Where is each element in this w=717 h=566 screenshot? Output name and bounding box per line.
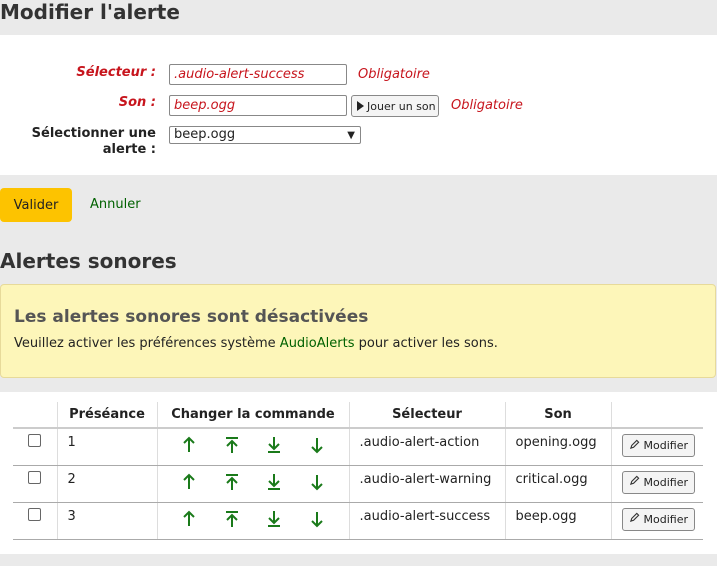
header-selector: Sélecteur (349, 402, 506, 429)
selector-required: Obligatoire (358, 67, 430, 82)
selector-input[interactable]: .audio-alert-success (169, 64, 347, 85)
play-icon (357, 101, 364, 111)
pencil-icon (629, 475, 640, 489)
selector-cell: .audio-alert-action (349, 428, 506, 466)
select-alert-label: Sélectionner une alerte : (31, 126, 156, 157)
arrow-top-icon[interactable] (222, 471, 242, 493)
cancel-link[interactable]: Annuler (90, 197, 141, 212)
header-checkbox (13, 402, 58, 429)
alert-text-after: pour activer les sons. (358, 336, 498, 351)
row-checkbox[interactable] (28, 434, 42, 447)
arrow-bottom-icon[interactable] (264, 508, 284, 530)
row-checkbox-cell (13, 428, 58, 466)
play-sound-button[interactable]: Jouer un son (351, 95, 439, 117)
alerts-table: Préséance Changer la commande Sélecteur … (13, 402, 703, 540)
actions-cell: Modifier (611, 428, 703, 466)
change-order-cell (157, 502, 350, 540)
edit-button[interactable]: Modifier (621, 434, 695, 457)
sound-cell: beep.ogg (505, 502, 612, 540)
table-row: 2 .audio-alert-warning critical.ogg Modifie… (13, 465, 703, 503)
page-title: Modifier l'alerte (0, 0, 180, 24)
sound-input[interactable]: beep.ogg (169, 95, 347, 116)
row-checkbox-cell (13, 502, 58, 540)
sound-cell: critical.ogg (505, 465, 612, 503)
select-alert-value: beep.ogg (174, 127, 236, 142)
table-row: 1 .audio-alert-action opening.ogg Modifier (13, 428, 703, 466)
arrow-up-icon[interactable] (179, 508, 199, 530)
row-checkbox-cell (13, 465, 58, 503)
section-title: Alertes sonores (0, 249, 177, 273)
pencil-icon (629, 439, 640, 453)
table-row: 3 .audio-alert-success beep.ogg Modifier (13, 502, 703, 540)
edit-label: Modifier (643, 439, 688, 452)
audioalerts-link[interactable]: AudioAlerts (280, 336, 355, 351)
header-sound: Son (505, 402, 612, 429)
header-actions (611, 402, 703, 429)
selector-label: Sélecteur : (76, 65, 156, 80)
submit-button[interactable]: Valider (0, 188, 72, 222)
edit-label: Modifier (643, 512, 688, 526)
edit-button[interactable]: Modifier (621, 507, 695, 531)
arrow-top-icon[interactable] (222, 434, 242, 456)
arrow-up-icon[interactable] (179, 471, 199, 493)
table-header-row: Préséance Changer la commande Sélecteur … (13, 402, 703, 429)
chevron-down-icon: ▼ (347, 130, 355, 141)
arrow-top-icon[interactable] (222, 508, 242, 530)
header-change-order: Changer la commande (157, 402, 350, 429)
sound-required: Obligatoire (451, 98, 523, 113)
change-order-cell (157, 465, 350, 503)
arrow-down-icon[interactable] (307, 508, 327, 530)
arrow-bottom-icon[interactable] (264, 434, 284, 456)
precedence-cell: 1 (57, 428, 158, 466)
alerts-table-panel: Préséance Changer la commande Sélecteur … (0, 392, 717, 554)
actions-cell: Modifier (611, 502, 703, 540)
arrow-down-icon[interactable] (307, 434, 327, 456)
alert-title: Les alertes sonores sont désactivées (14, 307, 369, 327)
row-checkbox[interactable] (28, 507, 42, 521)
play-sound-label: Jouer un son (367, 99, 436, 113)
selector-cell: .audio-alert-warning (349, 465, 506, 503)
change-order-cell (157, 428, 350, 466)
alert-text-before: Veuillez activer les préférences système (14, 336, 276, 351)
edit-button[interactable]: Modifier (621, 470, 695, 494)
sound-label: Son : (118, 95, 156, 110)
edit-label: Modifier (643, 475, 688, 489)
arrow-down-icon[interactable] (307, 471, 327, 493)
arrow-up-icon[interactable] (179, 434, 199, 456)
sound-cell: opening.ogg (505, 428, 612, 466)
pencil-icon (629, 512, 640, 526)
arrow-bottom-icon[interactable] (264, 471, 284, 493)
alert-text: Veuillez activer les préférences système… (14, 336, 498, 351)
precedence-cell: 3 (57, 502, 158, 540)
sounds-disabled-alert: Les alertes sonores sont désactivées Veu… (0, 284, 716, 378)
selector-cell: .audio-alert-success (349, 502, 506, 540)
row-checkbox[interactable] (28, 470, 42, 484)
precedence-cell: 2 (57, 465, 158, 503)
actions-cell: Modifier (611, 465, 703, 503)
select-alert-dropdown[interactable]: beep.ogg ▼ (169, 126, 361, 144)
header-precedence: Préséance (57, 402, 158, 429)
